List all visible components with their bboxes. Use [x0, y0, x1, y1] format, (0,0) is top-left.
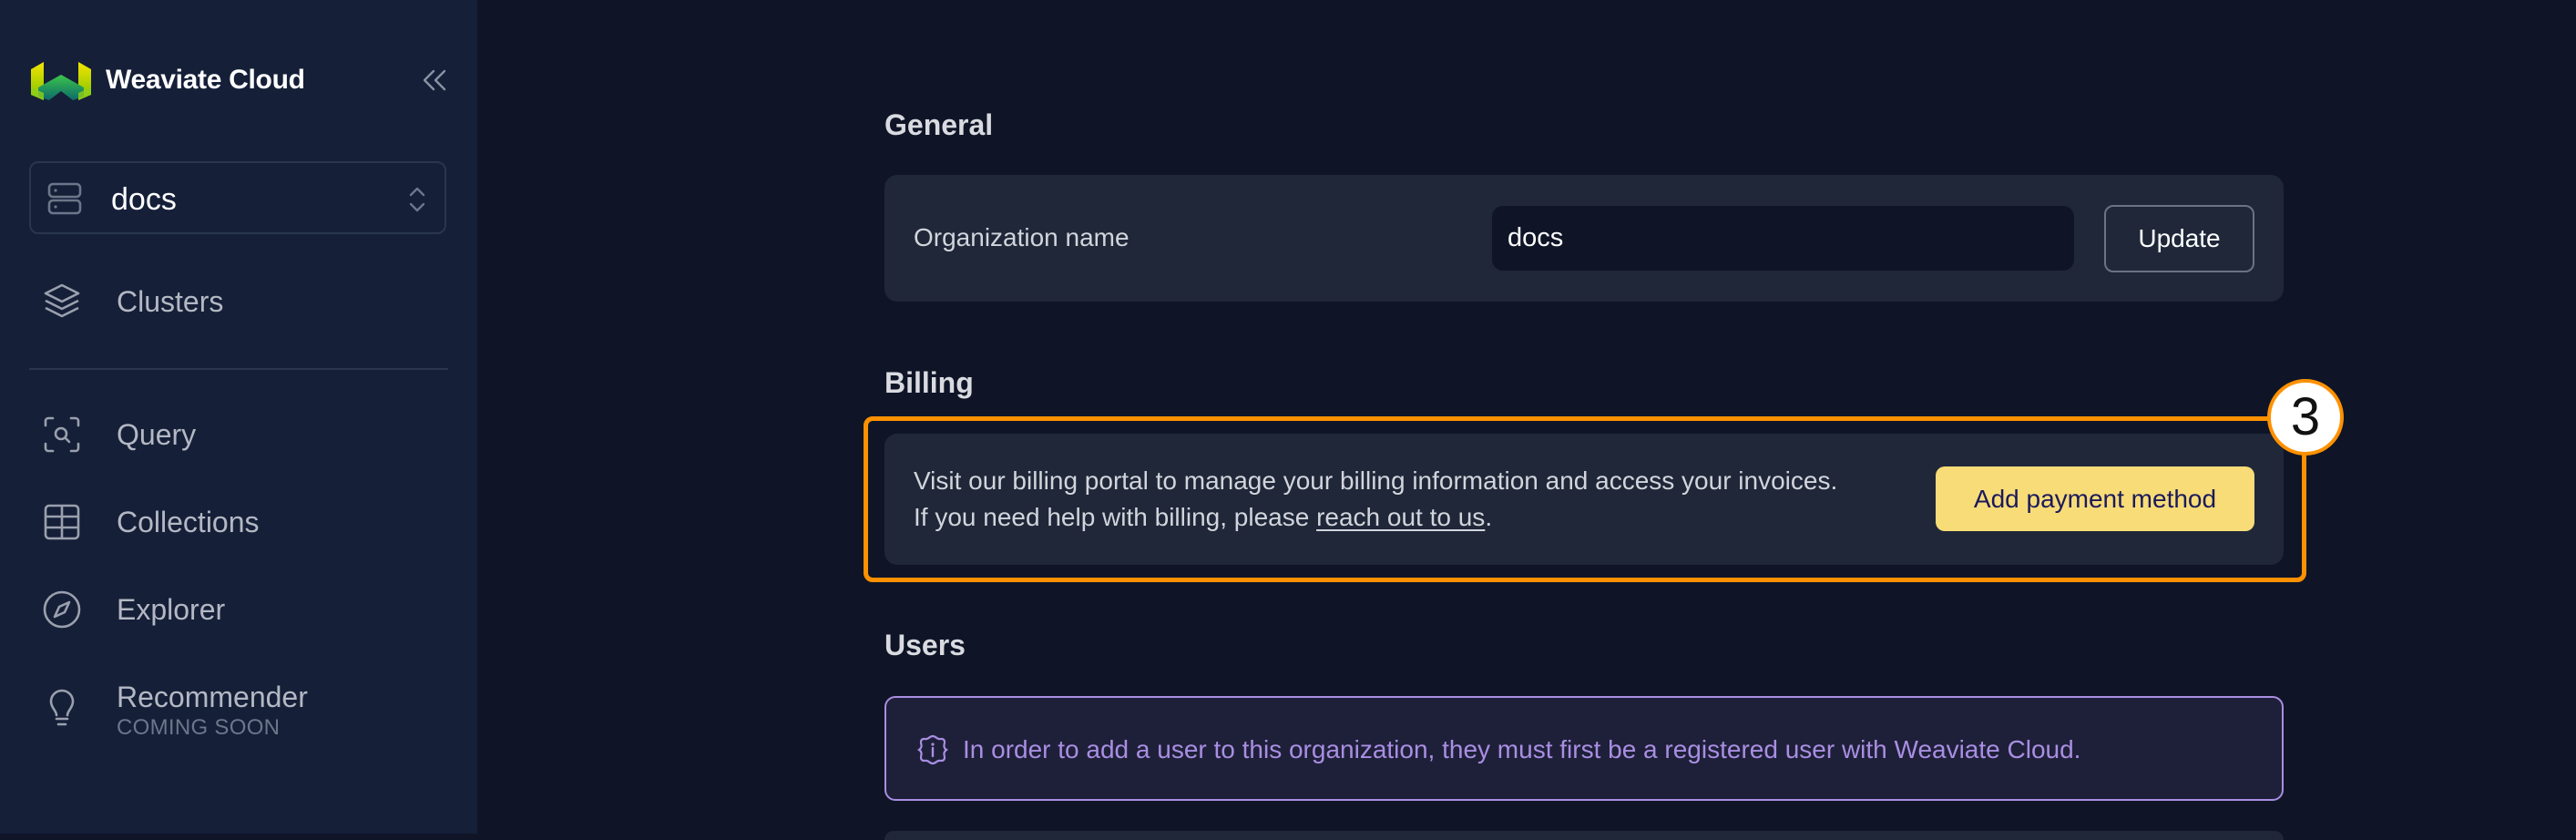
collapse-sidebar-button[interactable]	[421, 67, 448, 93]
sidebar-item-clusters[interactable]: Clusters	[29, 272, 448, 331]
info-badge-icon	[917, 734, 948, 765]
sidebar-item-label: Explorer	[117, 593, 226, 626]
section-title-billing: Billing	[884, 366, 974, 399]
general-card: Organization name Update	[884, 175, 2284, 302]
users-table-panel	[884, 831, 2284, 840]
sidebar-item-collections[interactable]: Collections	[29, 493, 448, 551]
section-title-users: Users	[884, 629, 966, 661]
layers-icon	[44, 283, 80, 318]
update-button[interactable]: Update	[2104, 205, 2254, 272]
table-icon	[44, 504, 80, 540]
compass-icon	[43, 590, 81, 629]
sidebar-item-label: Clusters	[117, 285, 224, 318]
section-title-general: General	[884, 108, 994, 141]
scan-search-icon	[44, 416, 80, 453]
organization-name: docs	[111, 182, 177, 217]
billing-line-1: Visit our billing portal to manage your …	[914, 466, 1838, 495]
sidebar-item-label: Recommender	[117, 681, 308, 713]
billing-line-2-text: If you need help with billing, please	[914, 503, 1317, 531]
sidebar-item-query[interactable]: Query	[29, 405, 448, 464]
sidebar-item-explorer[interactable]: Explorer	[29, 580, 448, 639]
billing-card: Visit our billing portal to manage your …	[884, 434, 2284, 565]
billing-line-2: If you need help with billing, please re…	[914, 499, 1916, 536]
chevron-up-down-icon	[409, 187, 425, 212]
organization-selector[interactable]: docs	[29, 161, 446, 234]
annotation-step-badge: 3	[2267, 379, 2344, 456]
chevrons-left-icon	[423, 69, 446, 91]
users-info-alert: In order to add a user to this organizat…	[884, 696, 2284, 801]
app-title: Weaviate Cloud	[106, 65, 305, 95]
organization-name-label: Organization name	[914, 223, 1130, 251]
billing-line-2-suffix: .	[1485, 503, 1493, 531]
coming-soon-label: COMING SOON	[117, 715, 281, 740]
users-info-text: In order to add a user to this organizat…	[963, 735, 2081, 763]
sidebar-item-label: Collections	[117, 506, 260, 538]
server-icon	[47, 182, 82, 215]
sidebar-item-recommender[interactable]: Recommender COMING SOON	[29, 668, 448, 750]
lightbulb-icon	[49, 689, 75, 726]
billing-description: Visit our billing portal to manage your …	[914, 463, 1916, 536]
sidebar-divider	[29, 368, 448, 370]
sidebar: Weaviate Cloud docs Clusters Query Colle…	[0, 0, 477, 834]
weaviate-logo-icon[interactable]	[29, 60, 93, 102]
reach-out-link[interactable]: reach out to us	[1316, 503, 1485, 531]
sidebar-item-label: Query	[117, 418, 197, 451]
add-payment-method-button[interactable]: Add payment method	[1936, 466, 2254, 531]
organization-name-input[interactable]	[1492, 206, 2074, 271]
